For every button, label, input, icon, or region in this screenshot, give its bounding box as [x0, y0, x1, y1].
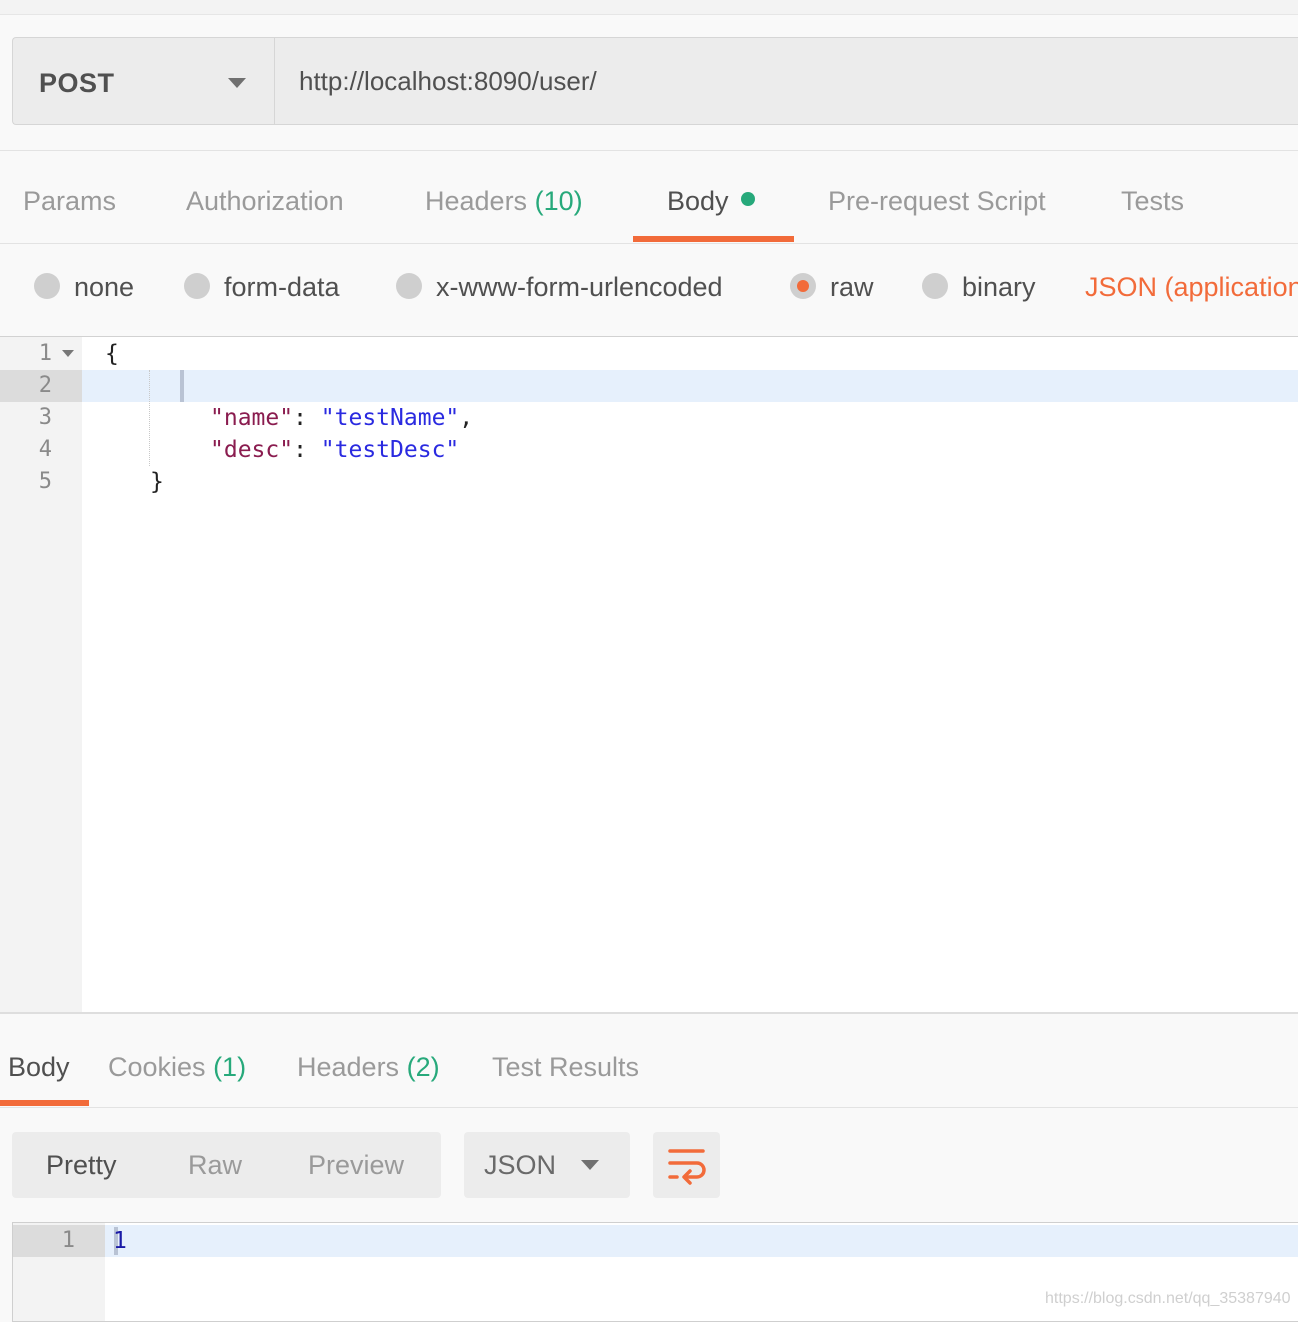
active-line-highlight — [105, 1225, 1298, 1257]
tab-body[interactable]: Body — [667, 186, 755, 217]
tab-headers[interactable]: Headers (10) — [425, 186, 583, 217]
active-line-highlight — [82, 370, 1298, 402]
fold-caret-icon[interactable] — [62, 350, 74, 357]
line-number: 2 — [38, 373, 52, 398]
request-body-editor[interactable]: 1 2 3 4 5 { "name": "testName", "desc": … — [0, 336, 1298, 1014]
response-tab-headers[interactable]: Headers (2) — [297, 1052, 440, 1083]
radio-form-data[interactable]: form-data — [184, 272, 340, 303]
radio-button-icon — [34, 272, 60, 299]
tab-prerequest-script[interactable]: Pre-request Script — [828, 186, 1046, 217]
radio-button-icon — [184, 272, 210, 299]
wrap-lines-button[interactable] — [653, 1132, 720, 1198]
code-line-4: "desc": "testDesc" — [210, 434, 459, 466]
divider — [0, 243, 1298, 244]
tab-params[interactable]: Params — [23, 186, 116, 217]
json-value: "testName" — [320, 405, 460, 431]
top-strip — [0, 0, 1298, 15]
radio-none-label: none — [74, 272, 135, 302]
line-number: 5 — [38, 469, 52, 494]
line-number: 1 — [38, 341, 52, 366]
code-line-5: } — [150, 469, 164, 495]
tab-authorization[interactable]: Authorization — [186, 186, 344, 217]
active-tab-indicator — [633, 236, 794, 242]
json-comma: , — [459, 405, 474, 431]
radio-button-icon — [922, 272, 948, 299]
watermark: https://blog.csdn.net/qq_35387940 — [1045, 1290, 1291, 1307]
radio-form-data-label: form-data — [224, 272, 340, 302]
format-dropdown[interactable]: JSON — [464, 1132, 630, 1198]
divider — [0, 1107, 1298, 1108]
json-key: "name" — [210, 405, 294, 431]
json-key: "desc" — [210, 437, 294, 463]
radio-raw[interactable]: raw — [790, 272, 874, 303]
radio-raw-label: raw — [830, 272, 874, 302]
view-raw-button[interactable]: Raw — [188, 1150, 242, 1181]
radio-urlencoded[interactable]: x-www-form-urlencoded — [396, 272, 723, 303]
response-tab-cookies[interactable]: Cookies (1) — [108, 1052, 246, 1083]
method-dropdown[interactable]: POST — [12, 37, 274, 125]
json-colon: : — [293, 405, 321, 431]
response-tab-body[interactable]: Body — [8, 1052, 70, 1083]
view-pretty-button[interactable]: Pretty — [46, 1150, 117, 1181]
active-tab-indicator — [0, 1100, 89, 1106]
divider — [0, 150, 1298, 151]
code-line-3: "name": "testName", — [210, 402, 473, 434]
content-type-dropdown[interactable]: JSON (application — [1085, 272, 1298, 303]
response-tab-cookies-count: (1) — [213, 1052, 247, 1082]
code-line-1: { — [105, 341, 119, 367]
radio-binary[interactable]: binary — [922, 272, 1036, 303]
view-mode-toggle: Pretty Raw Preview — [12, 1132, 441, 1198]
line-number: 4 — [38, 437, 52, 462]
json-colon: : — [293, 437, 321, 463]
response-tab-headers-label: Headers — [297, 1052, 400, 1082]
json-value: "testDesc" — [320, 437, 460, 463]
response-tab-test-results[interactable]: Test Results — [492, 1052, 639, 1083]
text-cursor — [180, 370, 184, 402]
url-input[interactable] — [274, 37, 1298, 125]
response-tab-headers-count: (2) — [406, 1052, 440, 1082]
line-number: 1 — [61, 1228, 75, 1253]
format-label: JSON — [484, 1150, 557, 1180]
modified-dot-icon — [740, 191, 755, 206]
radio-urlencoded-label: x-www-form-urlencoded — [436, 272, 723, 302]
response-value: 1 — [113, 1228, 127, 1254]
line-number: 3 — [38, 405, 52, 430]
radio-button-icon — [396, 272, 422, 299]
chevron-down-icon — [581, 1160, 599, 1170]
radio-binary-label: binary — [962, 272, 1036, 302]
tab-body-label: Body — [667, 186, 729, 216]
tab-headers-count: (10) — [534, 186, 583, 216]
view-preview-button[interactable]: Preview — [308, 1150, 404, 1181]
chevron-down-icon — [228, 78, 246, 88]
response-tab-cookies-label: Cookies — [108, 1052, 206, 1082]
tab-tests[interactable]: Tests — [1121, 186, 1184, 217]
method-label: POST — [39, 68, 115, 98]
indent-guide — [149, 370, 150, 466]
wrap-lines-icon — [668, 1149, 706, 1185]
radio-button-checked-icon — [790, 272, 816, 299]
radio-none[interactable]: none — [34, 272, 134, 303]
tab-headers-label: Headers — [425, 186, 528, 216]
